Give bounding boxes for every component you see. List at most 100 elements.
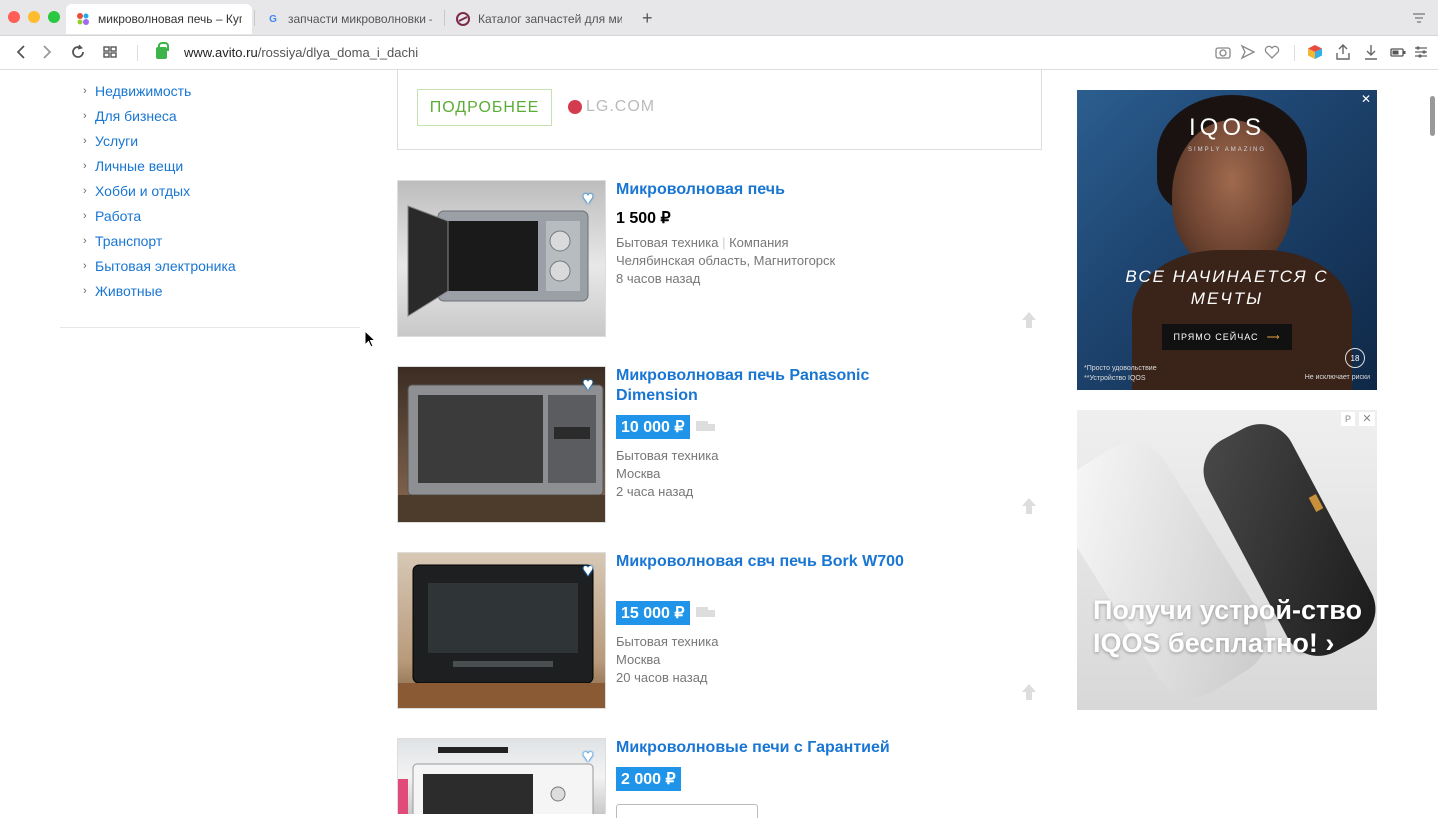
favorite-heart-icon[interactable]: ♥ [578,747,598,765]
category-link[interactable]: Услуги [95,133,138,149]
listing-category: Бытовая техника [616,634,719,649]
ad-headline: Получи устрой-ство IQOS бесплатно! › [1093,595,1362,658]
category-link[interactable]: Транспорт [95,233,162,249]
listing-photo[interactable]: ♥ [397,738,606,814]
mouse-cursor-icon [364,330,377,348]
listing-title[interactable]: Микроволновые печи с Гарантией [616,738,906,758]
listing-item: ♥ Микроволновая свч печь Bork W700 15 00… [397,552,1042,709]
window-minimize-icon[interactable] [28,11,40,23]
favorite-heart-icon[interactable]: ♥ [578,375,598,393]
category-link[interactable]: Личные вещи [95,158,183,174]
listing-time: 2 часа назад [616,484,694,499]
tab-catalog[interactable]: Каталог запчастей для мик [446,4,632,34]
window-close-icon[interactable] [8,11,20,23]
promote-up-icon[interactable] [1022,498,1036,516]
share-icon[interactable] [1335,44,1351,63]
send-icon[interactable] [1240,44,1256,63]
tab-menu-icon[interactable] [1412,11,1426,26]
forward-icon[interactable] [40,43,54,67]
category-item[interactable]: › Хобби и отдых [83,178,236,203]
address-bar[interactable]: www.avito.ru/rossiya/dlya_doma_i_dachi [184,45,418,60]
extension-cube-icon[interactable] [1307,44,1323,63]
microwave-photo-icon [398,384,605,522]
close-ad-icon[interactable]: ✕ [1359,412,1375,426]
url-domain: www.avito.ru [184,45,258,60]
favorite-heart-icon[interactable]: ♥ [578,189,598,207]
category-item[interactable]: › Недвижимость [83,78,236,103]
iqos-device-ad[interactable]: Получи устрой-ство IQOS бесплатно! › Р ✕ [1077,410,1377,710]
back-icon[interactable] [14,43,28,67]
secure-lock-icon[interactable] [156,42,169,59]
avito-favicon-icon [76,12,90,26]
microwave-photo-icon [398,564,605,708]
listing-item: ♥ Микроволновая печь Panasonic Dimension… [397,366,1042,523]
listing-action-button[interactable] [616,804,758,818]
listing-photo[interactable]: ♥ [397,552,606,709]
listing-item: ♥ Микроволновая печь 1 500 ₽ Бытовая тех… [397,180,1042,337]
scrollbar-thumb[interactable] [1430,96,1435,136]
promote-up-icon[interactable] [1022,684,1036,702]
ad-footnote: *Просто удовольствие **Устройство IQOS [1084,365,1157,382]
ad-domain-link[interactable]: LG.COM [568,98,655,116]
chevron-right-icon: › [83,84,87,97]
listing-title[interactable]: Микроволновая печь [616,180,906,200]
listing-title[interactable]: Микроволновая печь Panasonic Dimension [616,366,906,406]
category-link[interactable]: Недвижимость [95,83,191,99]
category-link[interactable]: Работа [95,208,141,224]
tab-google[interactable]: G запчасти микроволновки – [256,4,442,34]
lg-logo-icon [568,100,582,114]
heart-icon[interactable] [1264,44,1280,63]
speed-dial-icon[interactable] [103,43,117,67]
category-item[interactable]: › Услуги [83,128,236,153]
reload-icon[interactable] [70,43,86,67]
category-item[interactable]: › Для бизнеса [83,103,236,128]
delivery-truck-icon [696,607,716,619]
catalog-favicon-icon [456,12,470,26]
tab-title: Каталог запчастей для мик [478,12,622,26]
listing-item: ♥ Микроволновые печи с Гарантией 2 000 ₽ [397,738,1042,818]
microwave-photo-icon [398,747,594,814]
settings-sliders-icon[interactable] [1413,44,1429,63]
listing-photo[interactable]: ♥ [397,180,606,337]
chevron-right-icon: › [83,209,87,222]
download-icon[interactable] [1363,44,1379,63]
iqos-tagline: SIMPLY AMAZING [1187,147,1267,153]
category-link[interactable]: Для бизнеса [95,108,177,124]
category-item[interactable]: › Бытовая электроника [83,253,236,278]
favorite-heart-icon[interactable]: ♥ [578,561,598,579]
category-item[interactable]: › Работа [83,203,236,228]
listing-meta: Бытовая техника Москва 20 часов назад [616,633,718,687]
window-zoom-icon[interactable] [48,11,60,23]
chevron-right-icon: › [83,234,87,247]
ad-details-button[interactable]: ПОДРОБНЕЕ [417,89,552,126]
browser-toolbar: www.avito.ru/rossiya/dlya_doma_i_dachi [0,36,1438,70]
listing-title[interactable]: Микроволновая свч печь Bork W700 [616,552,906,572]
category-link[interactable]: Бытовая электроника [95,258,236,274]
lg-ad-block: ПОДРОБНЕЕ LG.COM [397,70,1042,150]
battery-icon[interactable] [1390,44,1406,63]
new-tab-icon[interactable]: + [642,8,653,29]
tab-title: запчасти микроволновки – [288,12,432,26]
category-link[interactable]: Хобби и отдых [95,183,190,199]
listing-photo[interactable]: ♥ [397,366,606,523]
promote-up-icon[interactable] [1022,312,1036,330]
tab-avito[interactable]: микроволновая печь – Купи [66,4,252,34]
sidebar-divider [60,327,360,328]
category-item[interactable]: › Животные [83,278,236,303]
camera-icon[interactable] [1215,44,1231,63]
iqos-banner-ad[interactable]: IQOS SIMPLY AMAZING ВСЕ НАЧИНАЕТСЯ С МЕЧ… [1077,90,1377,390]
ad-cta-text: ПРЯМО СЕЙЧАС [1173,332,1259,342]
category-item[interactable]: › Транспорт [83,228,236,253]
listing-location: Челябинская область, Магнитогорск [616,253,836,268]
category-item[interactable]: › Личные вещи [83,153,236,178]
arrow-right-icon: ⟶ [1266,331,1281,342]
category-link[interactable]: Животные [95,283,163,299]
close-ad-icon[interactable]: ✕ [1361,92,1371,106]
chevron-right-icon: › [83,184,87,197]
listing-category: Бытовая техника [616,448,719,463]
listing-price: 2 000 ₽ [616,767,681,791]
ad-disclaimer: Не исключает риски [1304,374,1370,381]
ad-cta-button[interactable]: ПРЯМО СЕЙЧАС ⟶ [1162,324,1292,350]
age-rating-badge: 18 [1345,348,1365,368]
browser-tab-bar: микроволновая печь – Купи G запчасти мик… [0,0,1438,36]
